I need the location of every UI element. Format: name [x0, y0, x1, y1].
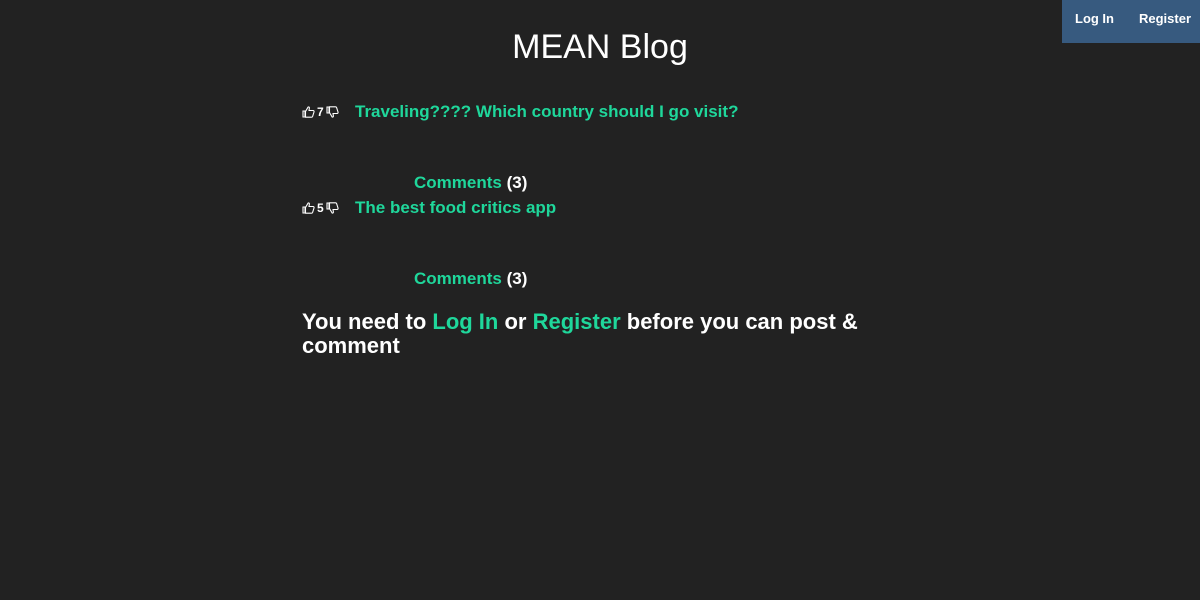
comments-line: Comments (3) [414, 173, 527, 193]
thumbs-down-icon[interactable] [326, 106, 339, 118]
comments-link[interactable]: Comments [414, 269, 502, 288]
thumbs-up-icon[interactable] [302, 202, 315, 214]
notice-register-link[interactable]: Register [533, 309, 621, 334]
post-item: 5 The best food critics app Comments (3) [302, 196, 556, 288]
notice-login-link[interactable]: Log In [432, 309, 498, 334]
thumbs-down-icon[interactable] [326, 202, 339, 214]
nav-login-link[interactable]: Log In [1075, 11, 1114, 26]
thumbs-up-icon[interactable] [302, 106, 315, 118]
vote-count: 7 [317, 105, 324, 119]
vote-controls: 5 [302, 201, 355, 215]
page-title: MEAN Blog [512, 28, 688, 66]
notice-prefix: You need to [302, 309, 433, 334]
comments-count: (3) [506, 173, 528, 192]
post-item: 7 Traveling???? Which country should I g… [302, 100, 738, 192]
vote-count: 5 [317, 201, 324, 215]
vote-controls: 7 [302, 105, 355, 119]
notice-middle: or [498, 309, 533, 334]
comments-line: Comments (3) [414, 269, 527, 289]
comments-link[interactable]: Comments [414, 173, 502, 192]
comments-count: (3) [506, 269, 528, 288]
post-title-link[interactable]: The best food critics app [355, 198, 556, 218]
auth-notice: You need to Log In or Register before yo… [302, 310, 862, 358]
post-title-link[interactable]: Traveling???? Which country should I go … [355, 102, 738, 122]
nav-register-link[interactable]: Register [1139, 11, 1191, 26]
